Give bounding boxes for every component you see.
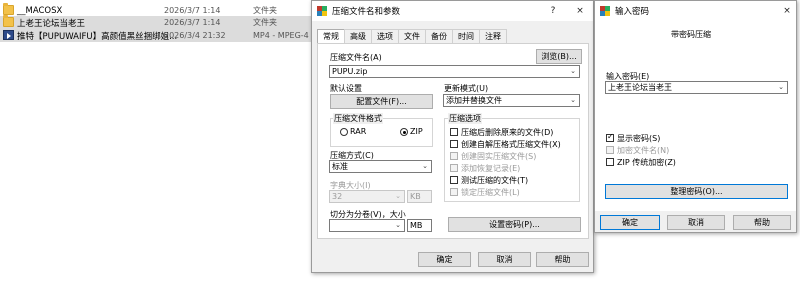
format-rar-label: RAR xyxy=(350,127,367,136)
archive-name-label: 压缩文件名(A) xyxy=(330,53,382,62)
method-select[interactable]: 标准 ⌄ xyxy=(329,160,432,173)
ok-button[interactable]: 确定 xyxy=(418,252,471,267)
option-label: 锁定压缩文件(L) xyxy=(461,188,520,197)
zip-legacy-encryption-checkbox[interactable] xyxy=(606,158,614,166)
file-type: 文件夹 xyxy=(253,6,277,15)
format-group-title: 压缩文件格式 xyxy=(333,113,383,124)
chevron-down-icon: ⌄ xyxy=(395,192,401,200)
help-icon[interactable]: ? xyxy=(546,4,560,18)
format-zip-radio[interactable] xyxy=(400,128,408,136)
file-row-selected[interactable]: 推特【PUPUWAIFU】高颜值黑丝捆绑姐... 2026/3/4 21:32 … xyxy=(0,29,319,42)
option-label: 创建自解压格式压缩文件(X) xyxy=(461,140,561,149)
password-dialog: 输入密码 × 带密码压缩 输入密码(E) 上老王论坛当老王 ⌄ 显示密码(S) … xyxy=(594,0,797,233)
file-row-selected[interactable]: 上老王论坛当老王 2026/3/7 1:14 文件夹 xyxy=(0,15,311,29)
dict-unit-select[interactable]: KB xyxy=(407,190,432,203)
update-mode-value: 添加并替换文件 xyxy=(446,96,502,105)
close-icon[interactable]: × xyxy=(573,4,587,18)
file-name: __MACOSX xyxy=(17,5,63,16)
help-button[interactable]: 帮助 xyxy=(536,252,589,267)
split-unit-select[interactable]: MB xyxy=(407,219,432,232)
format-zip-label: ZIP xyxy=(410,127,423,136)
lock-archive-checkbox xyxy=(450,188,458,196)
compress-options-title: 压缩选项 xyxy=(448,113,482,124)
tab-advanced[interactable]: 高级 xyxy=(344,29,372,43)
folder-icon xyxy=(3,15,14,27)
tab-options[interactable]: 选项 xyxy=(371,29,399,43)
tab-panel-general: 压缩文件名(A) 浏览(B)... PUPU.zip ⌄ 默认设置 配置文件(F… xyxy=(317,43,589,239)
archive-name-combo[interactable]: PUPU.zip ⌄ xyxy=(329,65,580,78)
solid-checkbox xyxy=(450,152,458,160)
method-value: 标准 xyxy=(332,162,348,171)
option-label: 创建固实压缩文件(S) xyxy=(461,152,537,161)
winrar-icon xyxy=(317,6,327,16)
dict-size-value: 32 xyxy=(332,192,343,201)
chevron-down-icon[interactable]: ⌄ xyxy=(778,82,784,93)
archive-name-value: PUPU.zip xyxy=(332,67,368,76)
show-password-label: 显示密码(S) xyxy=(617,134,661,143)
dialog-title: 压缩文件名和参数 xyxy=(332,7,401,17)
tab-files[interactable]: 文件 xyxy=(398,29,426,43)
update-mode-label: 更新模式(U) xyxy=(444,84,489,93)
tab-time[interactable]: 时间 xyxy=(452,29,480,43)
file-date: 2026/3/7 1:14 xyxy=(164,18,221,27)
video-file-icon xyxy=(3,30,14,40)
delete-after-checkbox[interactable] xyxy=(450,128,458,136)
encrypt-filenames-label: 加密文件名(N) xyxy=(617,146,670,155)
update-mode-select[interactable]: 添加并替换文件 ⌄ xyxy=(443,94,580,107)
chevron-down-icon[interactable]: ⌄ xyxy=(422,161,428,172)
password-subtitle: 带密码压缩 xyxy=(671,30,711,39)
compress-dialog-titlebar[interactable]: 压缩文件名和参数 ? × xyxy=(312,1,593,21)
folder-icon xyxy=(3,3,14,15)
password-input[interactable]: 上老王论坛当老王 ⌄ xyxy=(605,81,788,94)
password-value: 上老王论坛当老王 xyxy=(608,83,672,92)
file-name: 推特【PUPUWAIFU】高颜值黑丝捆绑姐... xyxy=(17,31,178,42)
file-type: 文件夹 xyxy=(253,18,277,27)
close-icon[interactable]: × xyxy=(780,4,794,18)
format-rar-radio[interactable] xyxy=(340,128,348,136)
password-ok-button[interactable]: 确定 xyxy=(600,215,660,230)
split-unit-value: MB xyxy=(410,221,423,230)
default-settings-label: 默认设置 xyxy=(330,84,362,93)
encrypt-filenames-checkbox xyxy=(606,146,614,154)
file-name: 上老王论坛当老王 xyxy=(17,18,86,29)
tab-general[interactable]: 常规 xyxy=(317,29,345,44)
cancel-button[interactable]: 取消 xyxy=(478,252,531,267)
chevron-down-icon[interactable]: ⌄ xyxy=(395,220,401,231)
split-size-combo[interactable]: ⌄ xyxy=(329,219,405,232)
option-label: 测试压缩的文件(T) xyxy=(461,176,529,185)
password-dialog-title: 输入密码 xyxy=(615,7,650,17)
tab-backup[interactable]: 备份 xyxy=(425,29,453,43)
set-password-button[interactable]: 设置密码(P)... xyxy=(448,217,581,232)
password-panel: 带密码压缩 输入密码(E) 上老王论坛当老王 ⌄ 显示密码(S) 加密文件名(N… xyxy=(595,21,796,211)
zip-legacy-encryption-label: ZIP 传统加密(Z) xyxy=(617,158,676,167)
tab-comment[interactable]: 注释 xyxy=(479,29,507,43)
password-help-button[interactable]: 帮助 xyxy=(733,215,791,230)
chevron-down-icon[interactable]: ⌄ xyxy=(570,66,576,77)
organize-passwords-button[interactable]: 整理密码(O)... xyxy=(605,184,788,199)
show-password-checkbox[interactable] xyxy=(606,132,614,142)
password-cancel-button[interactable]: 取消 xyxy=(667,215,725,230)
file-date: 2026/3/4 21:32 xyxy=(164,31,226,40)
tab-bar: 常规 高级 选项 文件 备份 时间 注释 xyxy=(317,29,507,44)
test-archive-checkbox[interactable] xyxy=(450,176,458,184)
option-label: 压缩后删除原来的文件(D) xyxy=(461,128,554,137)
dict-unit-value: KB xyxy=(410,192,421,201)
sfx-checkbox[interactable] xyxy=(450,140,458,148)
browse-button[interactable]: 浏览(B)... xyxy=(536,49,582,64)
option-label: 添加恢复记录(E) xyxy=(461,164,521,173)
compress-dialog: 压缩文件名和参数 ? × 常规 高级 选项 文件 备份 时间 注释 压缩文件名(… xyxy=(311,0,594,273)
file-type: MP4 - MPEG-4 ... xyxy=(253,31,319,40)
dict-size-select[interactable]: 32 ⌄ xyxy=(329,190,405,203)
password-dialog-titlebar[interactable]: 输入密码 × xyxy=(595,1,796,21)
profiles-button[interactable]: 配置文件(F)... xyxy=(330,94,433,109)
chevron-down-icon[interactable]: ⌄ xyxy=(570,95,576,106)
recovery-record-checkbox xyxy=(450,164,458,172)
winrar-icon xyxy=(600,6,610,16)
file-date: 2026/3/7 1:14 xyxy=(164,6,221,15)
